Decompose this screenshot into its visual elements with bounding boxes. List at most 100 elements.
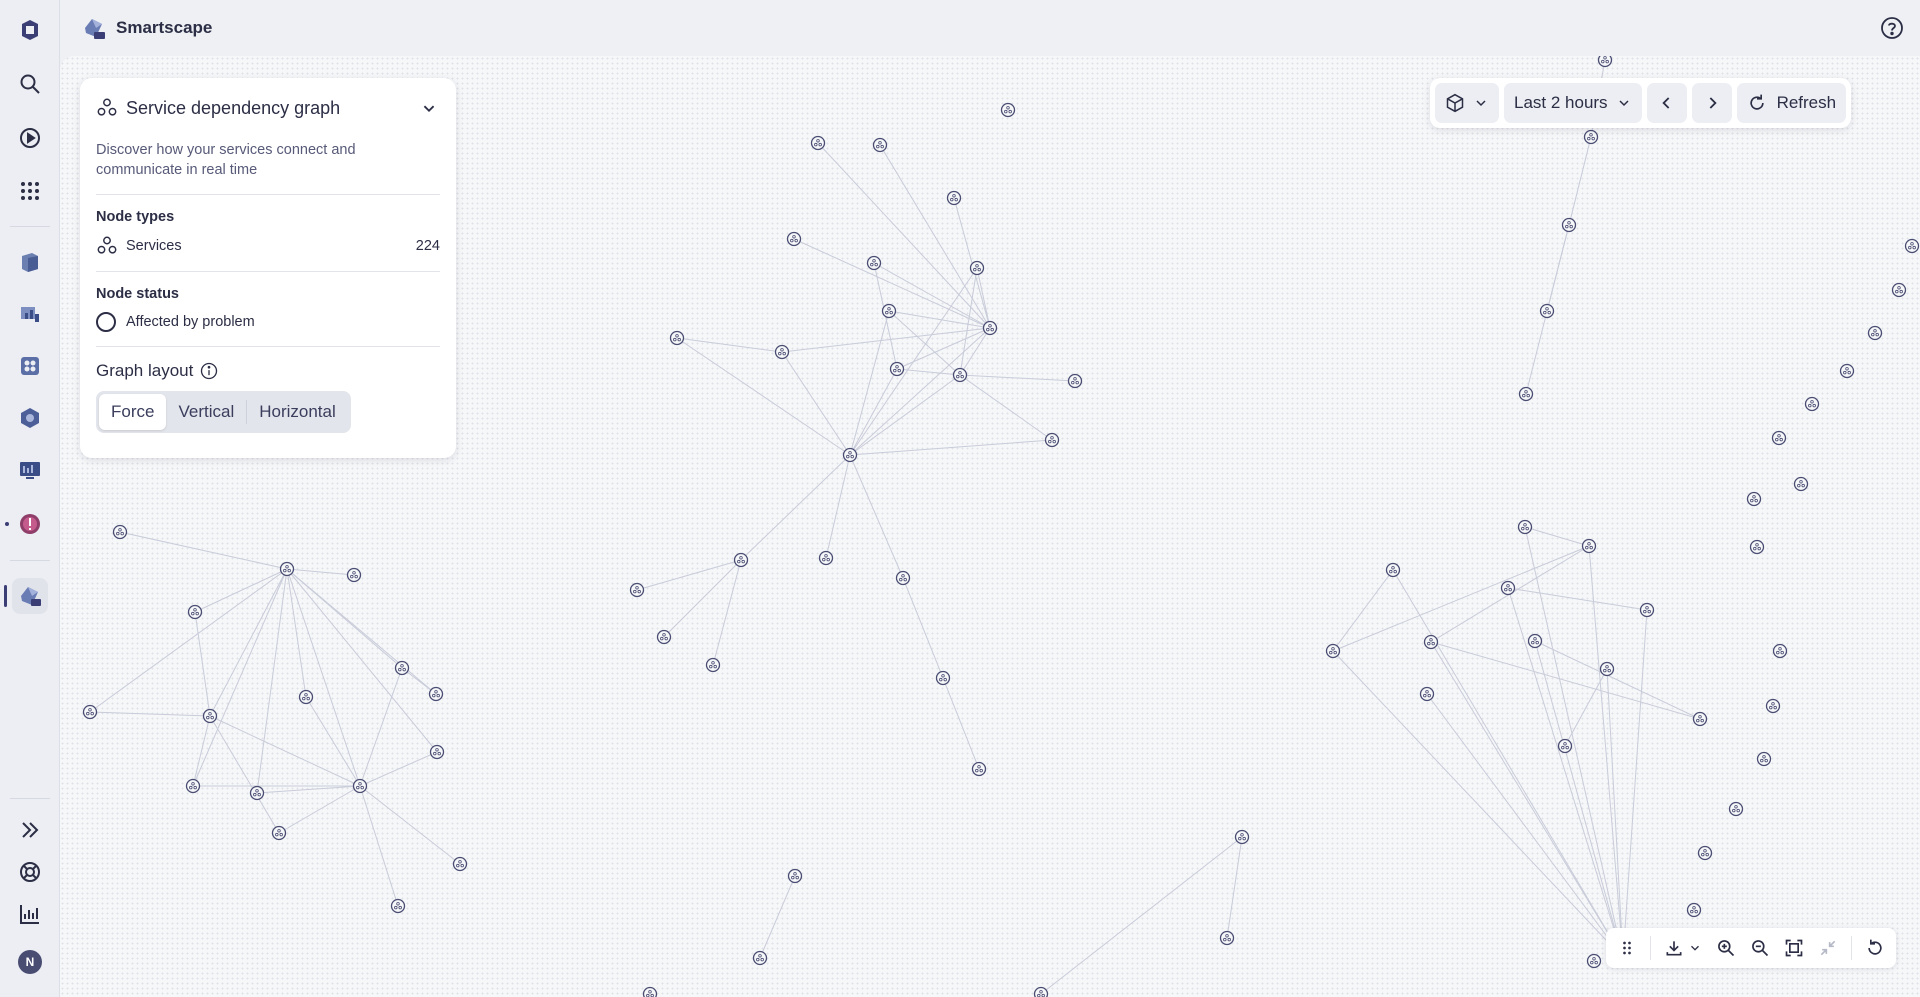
service-node[interactable]	[352, 778, 368, 794]
service-node[interactable]	[1557, 738, 1573, 754]
infra-chart-icon[interactable]	[12, 296, 48, 332]
service-node[interactable]	[1697, 845, 1713, 861]
service-node[interactable]	[952, 367, 968, 383]
service-node[interactable]	[1904, 238, 1920, 254]
services-gear-icon[interactable]	[12, 400, 48, 436]
service-node[interactable]	[872, 137, 888, 153]
service-node[interactable]	[787, 868, 803, 884]
timeframe-button[interactable]: Last 2 hours	[1504, 83, 1642, 123]
monitor-icon[interactable]	[12, 452, 48, 488]
service-node[interactable]	[1891, 282, 1907, 298]
service-node[interactable]	[1561, 217, 1577, 233]
service-node[interactable]	[935, 670, 951, 686]
layout-force-button[interactable]: Force	[99, 394, 167, 430]
zoom-out-icon[interactable]	[1745, 933, 1775, 963]
service-node[interactable]	[866, 255, 882, 271]
service-node[interactable]	[279, 561, 295, 577]
service-node[interactable]	[1539, 303, 1555, 319]
service-node[interactable]	[1771, 430, 1787, 446]
service-node[interactable]	[786, 231, 802, 247]
zoom-in-icon[interactable]	[1711, 933, 1741, 963]
service-node[interactable]	[452, 856, 468, 872]
service-node[interactable]	[889, 361, 905, 377]
info-icon[interactable]	[199, 361, 219, 381]
service-node[interactable]	[298, 689, 314, 705]
service-node[interactable]	[1581, 538, 1597, 554]
service-node[interactable]	[1423, 634, 1439, 650]
collapse-arrows-icon[interactable]	[1813, 933, 1843, 963]
service-node[interactable]	[1586, 953, 1602, 969]
services-row[interactable]: Services 224	[96, 235, 440, 257]
service-node[interactable]	[1527, 633, 1543, 649]
service-node[interactable]	[669, 330, 685, 346]
service-node[interactable]	[428, 686, 444, 702]
reset-icon[interactable]	[1860, 933, 1890, 963]
drag-handle-icon[interactable]	[1612, 933, 1642, 963]
service-node[interactable]	[1756, 751, 1772, 767]
service-node[interactable]	[946, 190, 962, 206]
service-node[interactable]	[1692, 711, 1708, 727]
analytics-icon[interactable]	[12, 896, 48, 932]
service-node[interactable]	[187, 604, 203, 620]
collapse-chevron-icon[interactable]	[418, 97, 440, 119]
service-node[interactable]	[642, 986, 658, 997]
service-node[interactable]	[271, 825, 287, 841]
service-node[interactable]	[1749, 539, 1765, 555]
expand-icon[interactable]	[12, 812, 48, 848]
service-node[interactable]	[249, 785, 265, 801]
service-node[interactable]	[1597, 56, 1613, 68]
service-node[interactable]	[346, 567, 362, 583]
service-node[interactable]	[629, 582, 645, 598]
service-node[interactable]	[429, 744, 445, 760]
logo-icon[interactable]	[12, 12, 48, 48]
service-node[interactable]	[752, 950, 768, 966]
next-timeframe-button[interactable]	[1691, 83, 1732, 123]
service-node[interactable]	[1517, 519, 1533, 535]
layout-horizontal-button[interactable]: Horizontal	[247, 394, 348, 430]
service-node[interactable]	[1765, 698, 1781, 714]
service-node[interactable]	[1419, 686, 1435, 702]
service-node[interactable]	[810, 135, 826, 151]
fit-to-screen-icon[interactable]	[1779, 933, 1809, 963]
smartscape-icon[interactable]	[12, 578, 48, 614]
service-node[interactable]	[971, 761, 987, 777]
service-node[interactable]	[1583, 129, 1599, 145]
service-node[interactable]	[1234, 829, 1250, 845]
avatar[interactable]: N	[12, 944, 48, 980]
service-node[interactable]	[1500, 580, 1516, 596]
service-node[interactable]	[112, 524, 128, 540]
help-icon[interactable]	[1880, 16, 1904, 40]
service-node[interactable]	[818, 550, 834, 566]
service-node[interactable]	[842, 447, 858, 463]
search-icon[interactable]	[12, 66, 48, 102]
play-circle-icon[interactable]	[12, 120, 48, 156]
service-node[interactable]	[1867, 325, 1883, 341]
service-node[interactable]	[1839, 363, 1855, 379]
entity-filter-button[interactable]	[1435, 83, 1499, 123]
service-node[interactable]	[1686, 902, 1702, 918]
service-node[interactable]	[82, 704, 98, 720]
service-node[interactable]	[390, 898, 406, 914]
cube-stack-icon[interactable]	[12, 244, 48, 280]
affected-row[interactable]: Affected by problem	[96, 312, 440, 332]
service-node[interactable]	[1219, 930, 1235, 946]
service-node[interactable]	[1000, 102, 1016, 118]
service-node[interactable]	[969, 260, 985, 276]
service-node[interactable]	[982, 320, 998, 336]
service-node[interactable]	[1518, 386, 1534, 402]
service-node[interactable]	[1728, 801, 1744, 817]
service-node[interactable]	[774, 344, 790, 360]
service-node[interactable]	[1044, 432, 1060, 448]
service-node[interactable]	[656, 629, 672, 645]
help-lifebuoy-icon[interactable]	[12, 854, 48, 890]
service-node[interactable]	[733, 552, 749, 568]
service-node[interactable]	[1385, 562, 1401, 578]
service-node[interactable]	[1599, 661, 1615, 677]
service-node[interactable]	[895, 570, 911, 586]
service-node[interactable]	[394, 660, 410, 676]
service-node[interactable]	[202, 708, 218, 724]
download-button[interactable]	[1659, 933, 1707, 963]
apps-grid-icon[interactable]	[12, 173, 48, 209]
service-node[interactable]	[1746, 491, 1762, 507]
service-node[interactable]	[1033, 986, 1049, 997]
